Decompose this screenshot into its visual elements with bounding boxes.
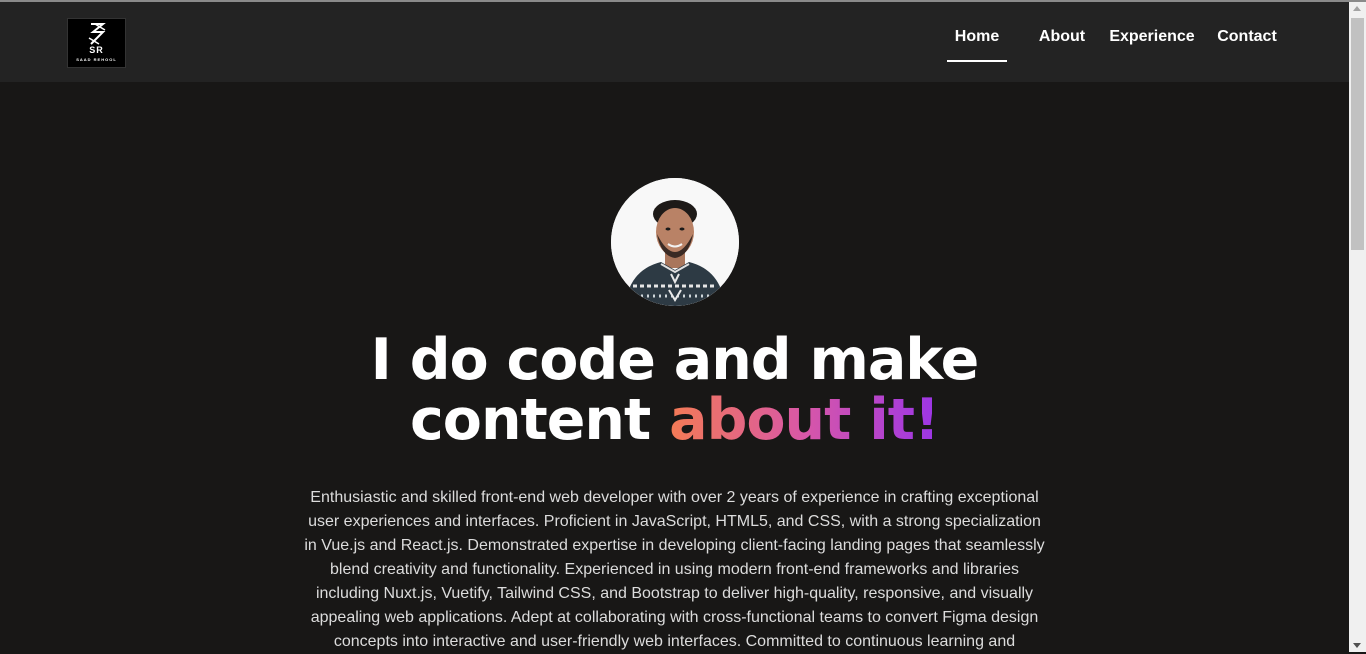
nav-home[interactable]: Home bbox=[947, 28, 1007, 62]
headline-line-1: I do code and make bbox=[370, 327, 980, 393]
hero-bio: Enthusiastic and skilled front-end web d… bbox=[304, 489, 1045, 650]
logo-initials: SR bbox=[89, 45, 104, 55]
scrollbar-thumb[interactable] bbox=[1351, 18, 1364, 250]
site-logo[interactable]: SR SAAD REHOOL bbox=[67, 18, 126, 68]
profile-avatar bbox=[611, 178, 739, 306]
avatar-portrait-icon bbox=[611, 178, 739, 306]
logo-name: SAAD REHOOL bbox=[76, 57, 117, 62]
hero-headline: I do code and make content about it! bbox=[0, 330, 1349, 450]
scroll-down-arrow-icon[interactable] bbox=[1353, 643, 1361, 648]
scroll-up-arrow-icon[interactable] bbox=[1353, 6, 1361, 11]
logo-mark-icon bbox=[88, 23, 106, 45]
nav-contact[interactable]: Contact bbox=[1217, 28, 1277, 60]
nav-about[interactable]: About bbox=[1039, 28, 1085, 60]
navbar: SR SAAD REHOOL Home About Experience Con… bbox=[0, 2, 1349, 82]
headline-line-2-plain: content bbox=[410, 387, 670, 453]
nav-experience[interactable]: Experience bbox=[1109, 28, 1194, 60]
headline-line-2-gradient: about it! bbox=[669, 387, 940, 453]
vertical-scrollbar[interactable] bbox=[1349, 2, 1366, 652]
